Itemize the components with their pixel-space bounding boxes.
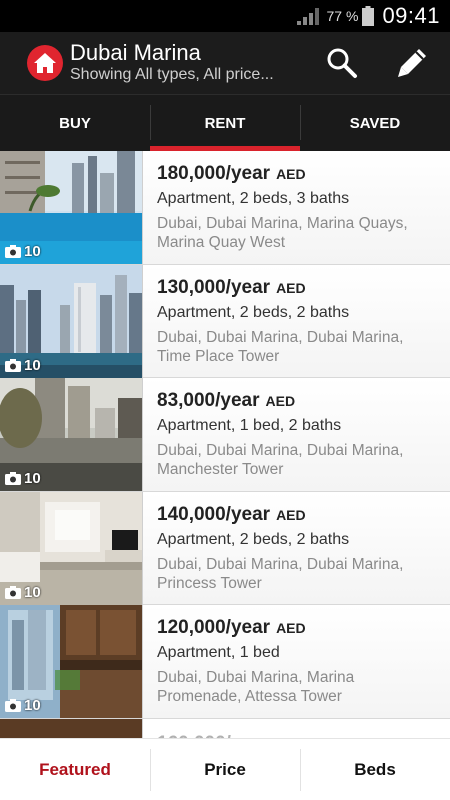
- tab-saved[interactable]: SAVED: [300, 95, 450, 151]
- camera-icon: [5, 245, 21, 258]
- photo-count: 10: [5, 697, 41, 714]
- property-location: Dubai, Dubai Marina, Marina Quays, Marin…: [157, 215, 408, 251]
- house-logo-icon[interactable]: [27, 45, 63, 81]
- property-location: Dubai, Dubai Marina, Dubai Marina, Manch…: [157, 442, 404, 478]
- property-specs: Apartment, 1 bed: [157, 644, 280, 661]
- property-info[interactable]: 130,000/year AED Apartment, 2 beds, 2 ba…: [143, 264, 450, 377]
- status-bar: 77 % 09:41: [0, 0, 450, 32]
- camera-icon: [5, 699, 21, 712]
- camera-icon: [5, 358, 21, 372]
- tab-rent[interactable]: RENT: [150, 95, 300, 151]
- battery-icon: [362, 6, 375, 26]
- signal-icon: [296, 8, 319, 25]
- clock: 09:41: [382, 3, 440, 28]
- property-location: Dubai, Dubai Marina, Marina Promenade, A…: [157, 669, 355, 705]
- currency-label: AED: [276, 620, 306, 636]
- property-list-item[interactable]: 10 140,000/year AED Apartment, 2 beds, 2…: [0, 491, 450, 605]
- property-list[interactable]: 10 180,000/year AED Apartment, 2 beds, 3…: [0, 151, 450, 738]
- currency-label: AED: [276, 506, 306, 523]
- location-header[interactable]: Dubai Marina Showing All types, All pric…: [70, 41, 322, 85]
- property-specs: Apartment, 2 beds, 3 baths: [157, 190, 350, 207]
- property-info[interactable]: 120,000/year AED Apartment, 1 bed Dubai,…: [143, 605, 450, 718]
- property-price: 180,000/year: [157, 163, 271, 184]
- pencil-edit-icon: [398, 49, 426, 77]
- photo-count: 10: [5, 584, 41, 601]
- property-specs: Apartment, 1 bed, 2 baths: [157, 417, 342, 434]
- property-photo[interactable]: [0, 718, 143, 738]
- currency-label: AED: [276, 166, 306, 182]
- filter-summary: Showing All types, All price...: [70, 66, 274, 83]
- app-bar: Dubai Marina Showing All types, All pric…: [0, 32, 450, 94]
- property-specs: Apartment, 2 beds, 2 baths: [157, 530, 350, 548]
- property-info[interactable]: 83,000/year AED Apartment, 1 bed, 2 bath…: [143, 378, 450, 491]
- photo-count: 10: [5, 470, 41, 487]
- property-photo[interactable]: 10: [0, 378, 143, 491]
- property-photo[interactable]: 10: [0, 264, 143, 378]
- property-price: 83,000/year: [157, 390, 260, 411]
- currency-label: AED: [276, 279, 306, 296]
- photo-count: 10: [5, 243, 41, 260]
- property-location: Dubai, Dubai Marina, Dubai Marina, Time …: [157, 328, 404, 365]
- camera-icon: [5, 472, 21, 485]
- property-info[interactable]: 140,000/year AED Apartment, 2 beds, 2 ba…: [143, 491, 450, 604]
- property-photo[interactable]: 10: [0, 605, 143, 718]
- sort-featured-button[interactable]: Featured: [0, 739, 150, 800]
- property-list-item[interactable]: 10 180,000/year AED Apartment, 2 beds, 3…: [0, 151, 450, 265]
- property-specs: Apartment, 2 beds, 2 baths: [157, 303, 350, 321]
- property-price: 140,000/year: [157, 503, 271, 525]
- camera-icon: [5, 585, 21, 599]
- property-list-item[interactable]: 10 83,000/year AED Apartment, 1 bed, 2 b…: [0, 378, 450, 492]
- property-list-item[interactable]: 160,000/: [0, 718, 450, 739]
- property-price: 120,000/year: [157, 617, 271, 638]
- edit-search-button[interactable]: [392, 43, 432, 83]
- tab-bar: BUY RENT SAVED: [0, 94, 450, 151]
- property-list-item[interactable]: 10 120,000/year AED Apartment, 1 bed Dub…: [0, 605, 450, 719]
- search-button[interactable]: [322, 43, 362, 83]
- sort-price-button[interactable]: Price: [150, 739, 300, 800]
- property-info[interactable]: 180,000/year AED Apartment, 2 beds, 3 ba…: [143, 151, 450, 264]
- tab-buy[interactable]: BUY: [0, 95, 150, 151]
- sort-beds-button[interactable]: Beds: [300, 739, 450, 800]
- property-photo[interactable]: 10: [0, 491, 143, 605]
- property-price: 130,000/year: [157, 276, 271, 298]
- sort-bar: Featured Price Beds: [0, 738, 450, 800]
- currency-label: AED: [265, 393, 296, 409]
- property-list-item[interactable]: 10 130,000/year AED Apartment, 2 beds, 2…: [0, 264, 450, 378]
- photo-count: 10: [5, 357, 41, 374]
- battery-percentage: 77 %: [326, 8, 359, 24]
- location-title: Dubai Marina: [70, 40, 201, 65]
- search-icon: [327, 48, 357, 78]
- property-photo[interactable]: 10: [0, 151, 143, 264]
- property-price: 160,000/: [143, 719, 231, 739]
- property-location: Dubai, Dubai Marina, Dubai Marina, Princ…: [157, 555, 404, 592]
